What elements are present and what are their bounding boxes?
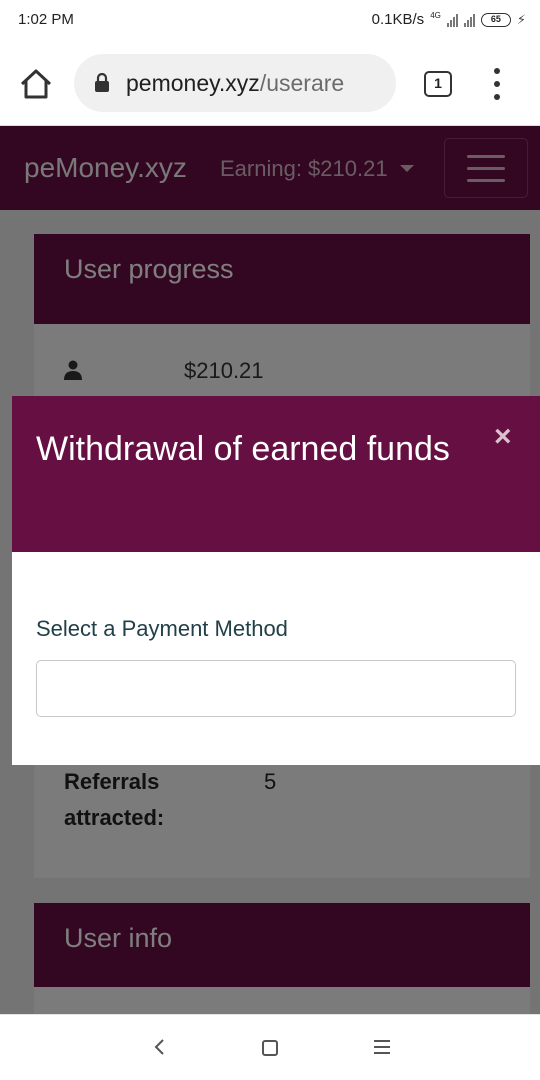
page-content: peMoney.xyz Earning: $210.21 User progre…: [0, 126, 540, 1014]
recents-icon[interactable]: [374, 1040, 390, 1054]
network-type: 4G: [430, 11, 441, 20]
system-nav-bar: [0, 1014, 540, 1080]
address-bar[interactable]: pemoney.xyz/userare: [74, 54, 396, 112]
status-time: 1:02 PM: [18, 11, 74, 28]
signal-icon: [463, 13, 475, 27]
payment-method-label: Select a Payment Method: [36, 616, 288, 641]
url-host: pemoney.xyz: [126, 69, 260, 96]
withdrawal-modal: Withdrawal of earned funds × Select a Pa…: [12, 396, 540, 765]
modal-title: Withdrawal of earned funds: [36, 430, 450, 468]
close-icon[interactable]: ×: [494, 422, 512, 452]
status-bar: 1:02 PM 0.1KB/s 4G 65 ⚡: [0, 0, 540, 40]
browser-toolbar: pemoney.xyz/userare 1: [0, 40, 540, 126]
tabs-icon[interactable]: 1: [424, 71, 452, 97]
battery-icon: 65: [480, 12, 511, 27]
url-path: /userare: [259, 69, 345, 96]
back-icon[interactable]: [150, 1035, 170, 1059]
signal-icon: [446, 13, 458, 27]
home-icon[interactable]: [18, 66, 54, 102]
menu-icon[interactable]: [490, 68, 504, 100]
modal-header: Withdrawal of earned funds ×: [12, 396, 540, 552]
status-right: 0.1KB/s 4G 65 ⚡: [372, 11, 526, 28]
network-speed: 0.1KB/s: [371, 11, 425, 28]
home-square-icon[interactable]: [262, 1040, 278, 1056]
charging-icon: ⚡: [516, 11, 526, 27]
payment-method-select[interactable]: [36, 660, 516, 717]
lock-icon: [95, 73, 109, 92]
